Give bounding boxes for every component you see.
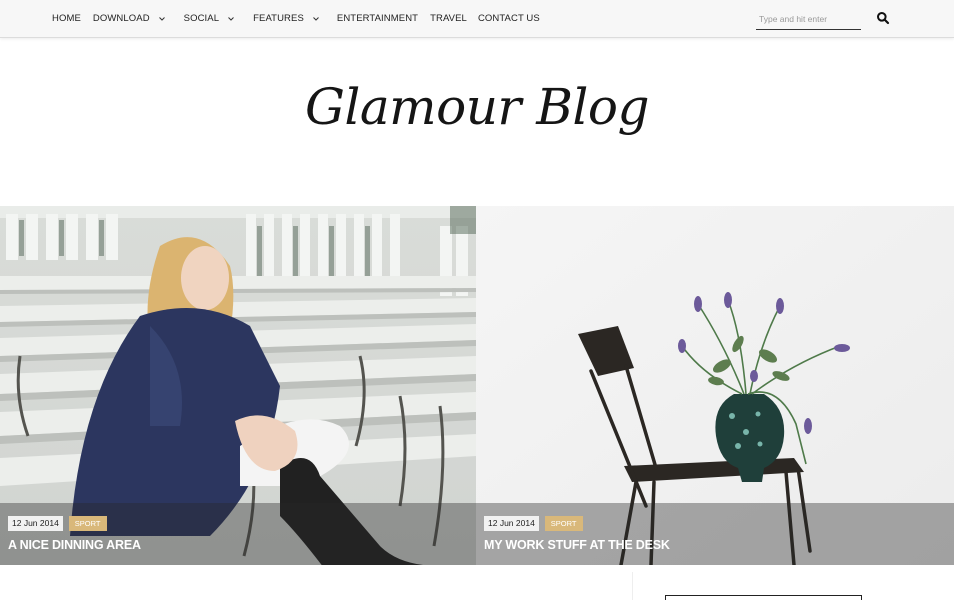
nav-item-contact-us[interactable]: CONTACT US [478,13,540,24]
search-field [756,9,861,30]
top-navbar: HOME DOWNLOAD SOCIAL FEATURES ENTERTAINM… [0,0,954,38]
category-badge[interactable]: SPORT [68,516,107,531]
post-title[interactable]: MY WORK STUFF AT THE DESK [484,538,670,552]
featured-post-card[interactable]: 12 Jun 2014 SPORT A NICE DINNING AREA [0,206,476,565]
nav-item-entertainment[interactable]: ENTERTAINMENT [337,13,418,24]
nav-item-label: ENTERTAINMENT [336,13,419,24]
featured-post-card[interactable]: 12 Jun 2014 SPORT MY WORK STUFF AT THE D… [476,206,954,565]
nav-item-label: CONTACT US [477,13,540,24]
nav-item-download[interactable]: DOWNLOAD [93,13,166,24]
search-input[interactable] [756,9,861,29]
nav-item-social[interactable]: SOCIAL [184,13,235,24]
post-date: 12 Jun 2014 [484,516,539,531]
category-badge[interactable]: SPORT [544,516,583,531]
nav-item-features[interactable]: FEATURES [253,13,320,24]
post-caption-overlay [0,503,476,565]
sidebar-widget [665,595,862,600]
post-date: 12 Jun 2014 [8,516,63,531]
chevron-down-icon [158,16,165,21]
nav-item-label: FEATURES [253,13,304,24]
nav-item-label: HOME [52,13,81,24]
nav-item-home[interactable]: HOME [52,13,81,24]
nav-item-label: SOCIAL [183,13,220,24]
content-sidebar-divider [632,572,633,600]
main-menu: HOME DOWNLOAD SOCIAL FEATURES ENTERTAINM… [52,0,540,37]
search-icon[interactable] [876,11,890,25]
post-title[interactable]: A NICE DINNING AREA [8,538,141,552]
post-meta: 12 Jun 2014 SPORT [484,516,583,531]
post-caption-overlay [476,503,954,565]
chevron-down-icon [313,16,319,21]
nav-item-label: TRAVEL [430,13,467,24]
site-logo[interactable]: Glamour Blog [0,78,954,136]
post-meta: 12 Jun 2014 SPORT [8,516,107,531]
chevron-down-icon [228,16,234,21]
nav-item-travel[interactable]: TRAVEL [430,13,467,24]
nav-item-label: DOWNLOAD [92,13,150,24]
